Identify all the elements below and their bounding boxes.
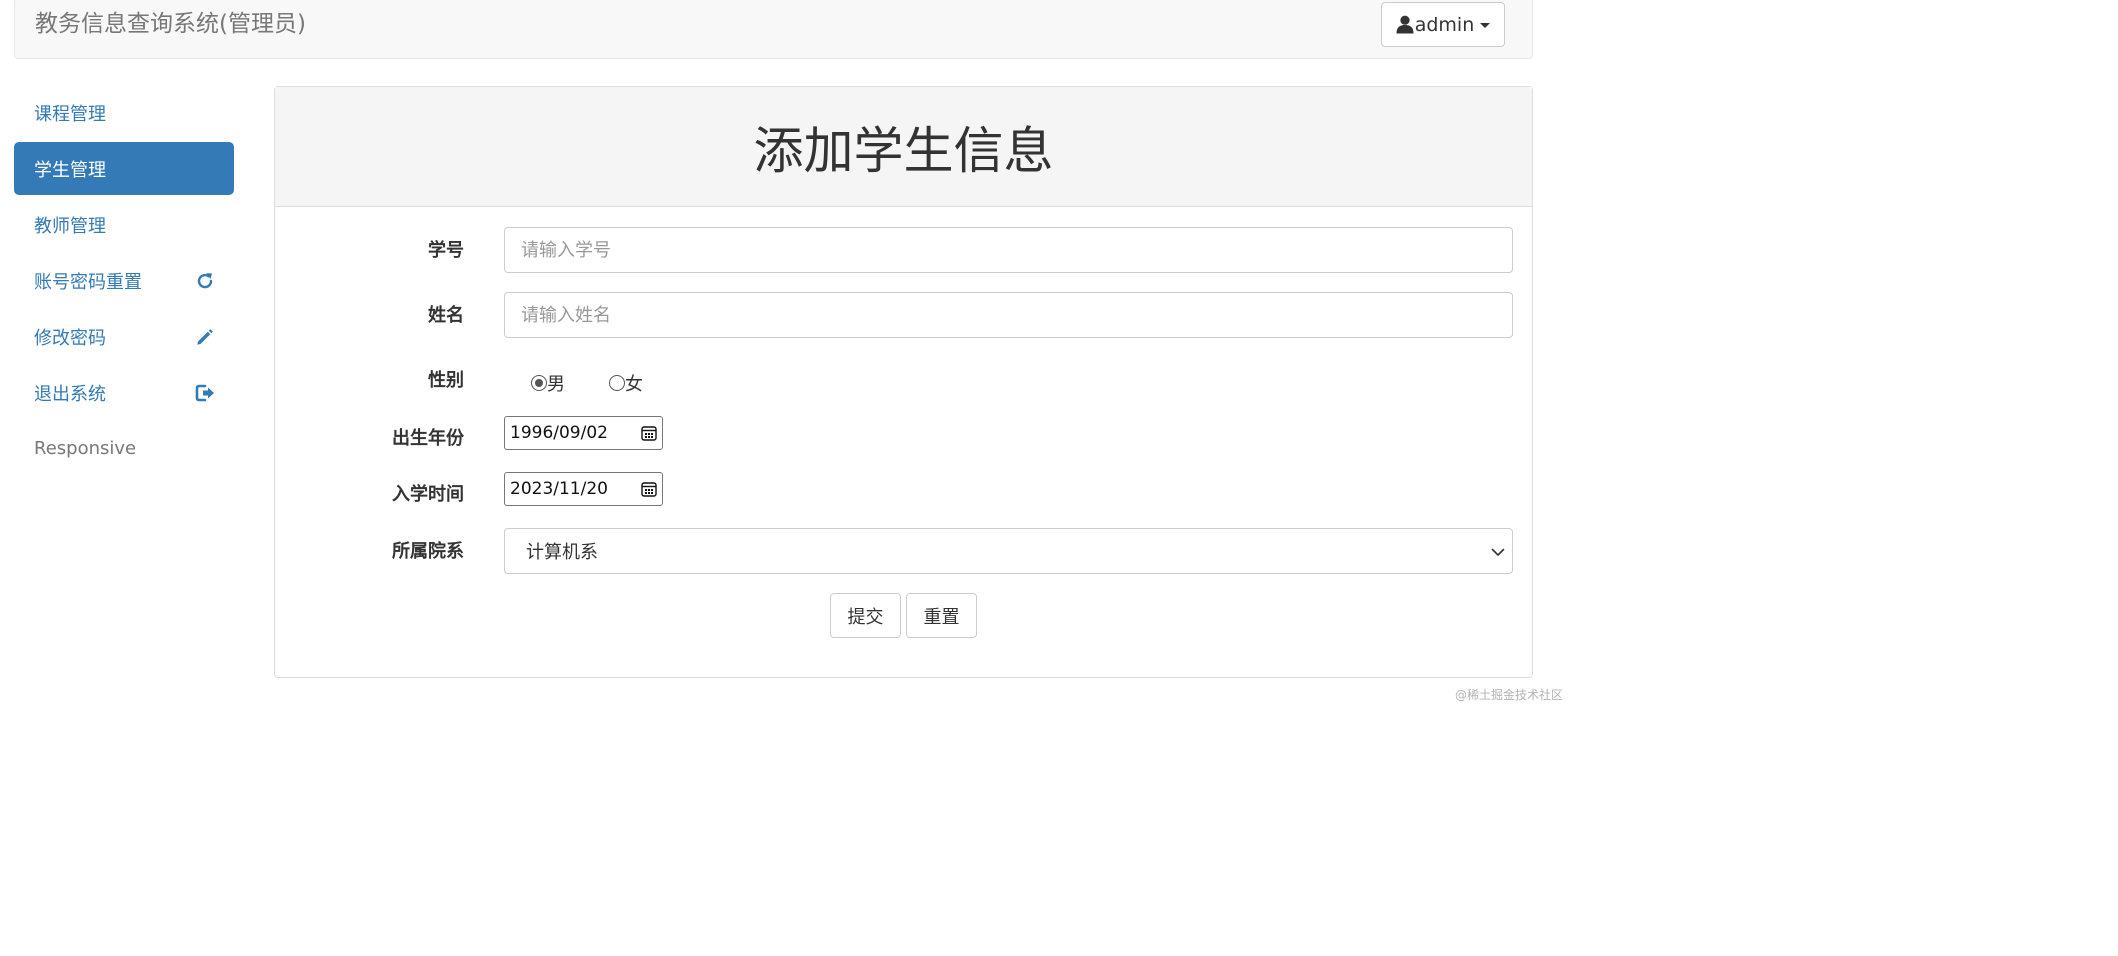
enroll-date-value: 2023/11/20 [510, 479, 608, 499]
sidebar-item-label: 修改密码 [34, 327, 106, 349]
calendar-icon[interactable] [641, 481, 657, 497]
birth-date-value: 1996/09/02 [510, 423, 608, 443]
name-label: 姓名 [428, 305, 464, 326]
pencil-icon [194, 326, 216, 348]
user-menu-button[interactable]: admin [1381, 2, 1505, 47]
user-icon [1396, 15, 1414, 34]
gender-label: 性别 [428, 370, 464, 391]
name-input[interactable] [504, 292, 1513, 338]
department-selected-value: 计算机系 [526, 542, 598, 563]
gender-female-option[interactable]: 女 [609, 370, 643, 396]
refresh-icon [194, 270, 216, 292]
reset-button[interactable]: 重置 [906, 593, 977, 638]
calendar-icon[interactable] [641, 425, 657, 441]
student-id-label: 学号 [428, 240, 464, 261]
birth-date-input[interactable]: 1996/09/02 [504, 416, 663, 450]
sidebar-item-label: 教师管理 [34, 215, 106, 237]
sidebar-item-logout[interactable]: 退出系统 [14, 366, 234, 419]
gender-male-option[interactable]: 男 [531, 370, 565, 396]
birth-year-label: 出生年份 [392, 428, 464, 449]
panel-heading: 添加学生信息 [275, 87, 1532, 207]
logout-icon [194, 382, 216, 404]
sidebar-item-students[interactable]: 学生管理 [14, 142, 234, 195]
department-select[interactable]: 计算机系 [504, 528, 1513, 574]
sidebar-item-change-password[interactable]: 修改密码 [14, 310, 234, 363]
chevron-down-icon [1491, 548, 1505, 556]
top-navbar: 教务信息查询系统(管理员) admin [14, 0, 1533, 59]
sidebar-item-teachers[interactable]: 教师管理 [14, 198, 234, 251]
add-student-panel: 添加学生信息 学号 姓名 性别 男 女 出生年份 1996/09/02 入学时间… [274, 86, 1533, 678]
app-title[interactable]: 教务信息查询系统(管理员) [35, 9, 306, 39]
watermark: @稀土掘金技术社区 [1454, 688, 1563, 702]
page-title: 添加学生信息 [753, 121, 1054, 180]
caret-down-icon [1480, 23, 1491, 28]
sidebar-item-label: 学生管理 [34, 159, 106, 181]
sidebar-item-label: 账号密码重置 [34, 271, 142, 293]
sidebar-item-courses[interactable]: 课程管理 [14, 86, 234, 139]
sidebar-item-label: 退出系统 [34, 383, 106, 405]
gender-radio-group: 男 女 [531, 370, 643, 396]
gender-male-radio[interactable] [531, 375, 547, 391]
gender-female-label: 女 [625, 374, 643, 395]
sidebar-item-responsive[interactable]: Responsive [14, 422, 234, 475]
enroll-date-label: 入学时间 [392, 484, 464, 505]
user-name: admin [1414, 13, 1475, 36]
sidebar: 课程管理 学生管理 教师管理 账号密码重置 修改密码 退出系统 Responsi… [14, 86, 234, 478]
sidebar-item-reset-account[interactable]: 账号密码重置 [14, 254, 234, 307]
department-label: 所属院系 [392, 541, 464, 562]
submit-button[interactable]: 提交 [830, 593, 901, 638]
sidebar-item-label: Responsive [34, 438, 137, 459]
sidebar-item-label: 课程管理 [34, 103, 106, 125]
gender-male-label: 男 [547, 374, 565, 395]
student-id-input[interactable] [504, 227, 1513, 273]
enroll-date-input[interactable]: 2023/11/20 [504, 472, 663, 506]
gender-female-radio[interactable] [609, 375, 625, 391]
